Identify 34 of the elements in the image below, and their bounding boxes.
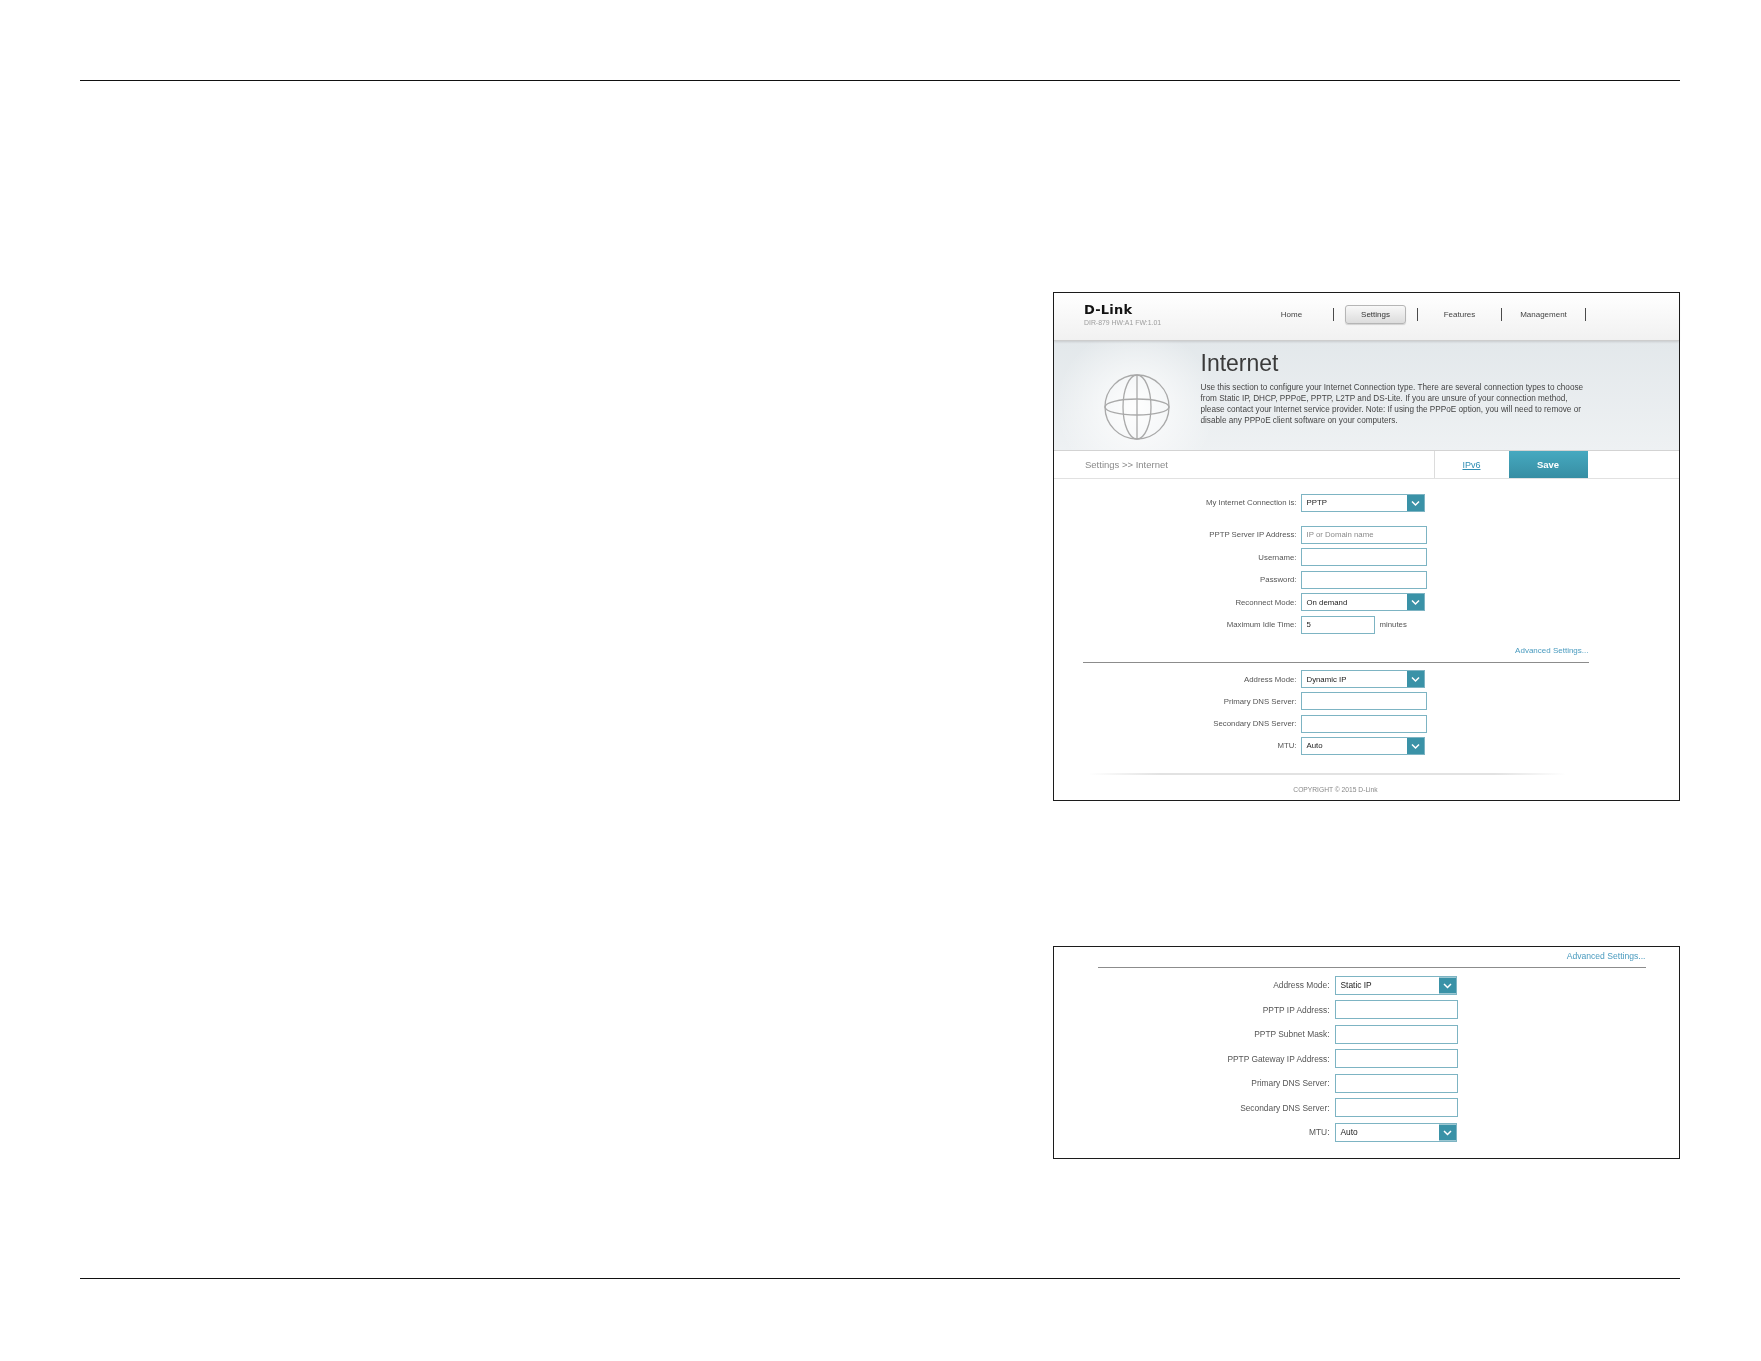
nav-tab[interactable]: Features	[1427, 305, 1492, 324]
text-input[interactable]	[1334, 1024, 1458, 1044]
chevron-down-icon	[1406, 594, 1424, 610]
text-input[interactable]	[1300, 548, 1427, 566]
text-input[interactable]	[1334, 1073, 1458, 1093]
nav-tab[interactable]: Settings	[1345, 305, 1406, 324]
field-label: PPTP IP Address:	[1262, 1004, 1330, 1015]
brand-logo: D-Link	[1084, 302, 1133, 317]
field-label: Primary DNS Server:	[1251, 1078, 1330, 1088]
text-input[interactable]	[1334, 1000, 1458, 1019]
field-label: PPTP Gateway IP Address:	[1227, 1053, 1330, 1064]
text-input[interactable]	[1300, 570, 1427, 589]
breadcrumb: Settings >> Internet	[1085, 459, 1168, 470]
text-input[interactable]	[1334, 1049, 1458, 1068]
nav-tab[interactable]: Management	[1504, 305, 1583, 324]
chevron-down-icon	[1406, 737, 1424, 754]
text-input[interactable]	[1300, 692, 1427, 711]
text-input[interactable]	[1334, 1098, 1458, 1117]
field-label: Secondary DNS Server:	[1240, 1102, 1330, 1113]
dropdown[interactable]: Static IP	[1334, 975, 1457, 995]
chevron-down-icon	[1438, 1123, 1456, 1141]
chevron-down-icon	[1406, 671, 1424, 687]
nav-tab[interactable]: Home	[1264, 305, 1319, 324]
text-input[interactable]	[1300, 714, 1427, 733]
field-label: Address Mode:	[1273, 980, 1330, 990]
chevron-down-icon	[1406, 494, 1424, 511]
globe-icon	[1103, 374, 1170, 440]
chevron-down-icon	[1438, 976, 1456, 994]
field-label: MTU:	[1309, 1127, 1330, 1137]
ipv6-link[interactable]: IPv6	[1462, 459, 1481, 470]
field-label: PPTP Subnet Mask:	[1254, 1029, 1330, 1039]
page-title: Internet	[1200, 350, 1280, 376]
dropdown[interactable]: Auto	[1334, 1122, 1457, 1142]
page-description: Use this section to configure your Internet Connection type. There are several connection types to choose from Static IP, DHCP, PPPoE, PPTP, L2TP and DS-Lite. If you are unsure of your connection method, please contact your Internet service provider. Note: If using the PPPoE option, you will need to remove or disable any PPPoE client software on your computers.	[1200, 382, 1585, 426]
